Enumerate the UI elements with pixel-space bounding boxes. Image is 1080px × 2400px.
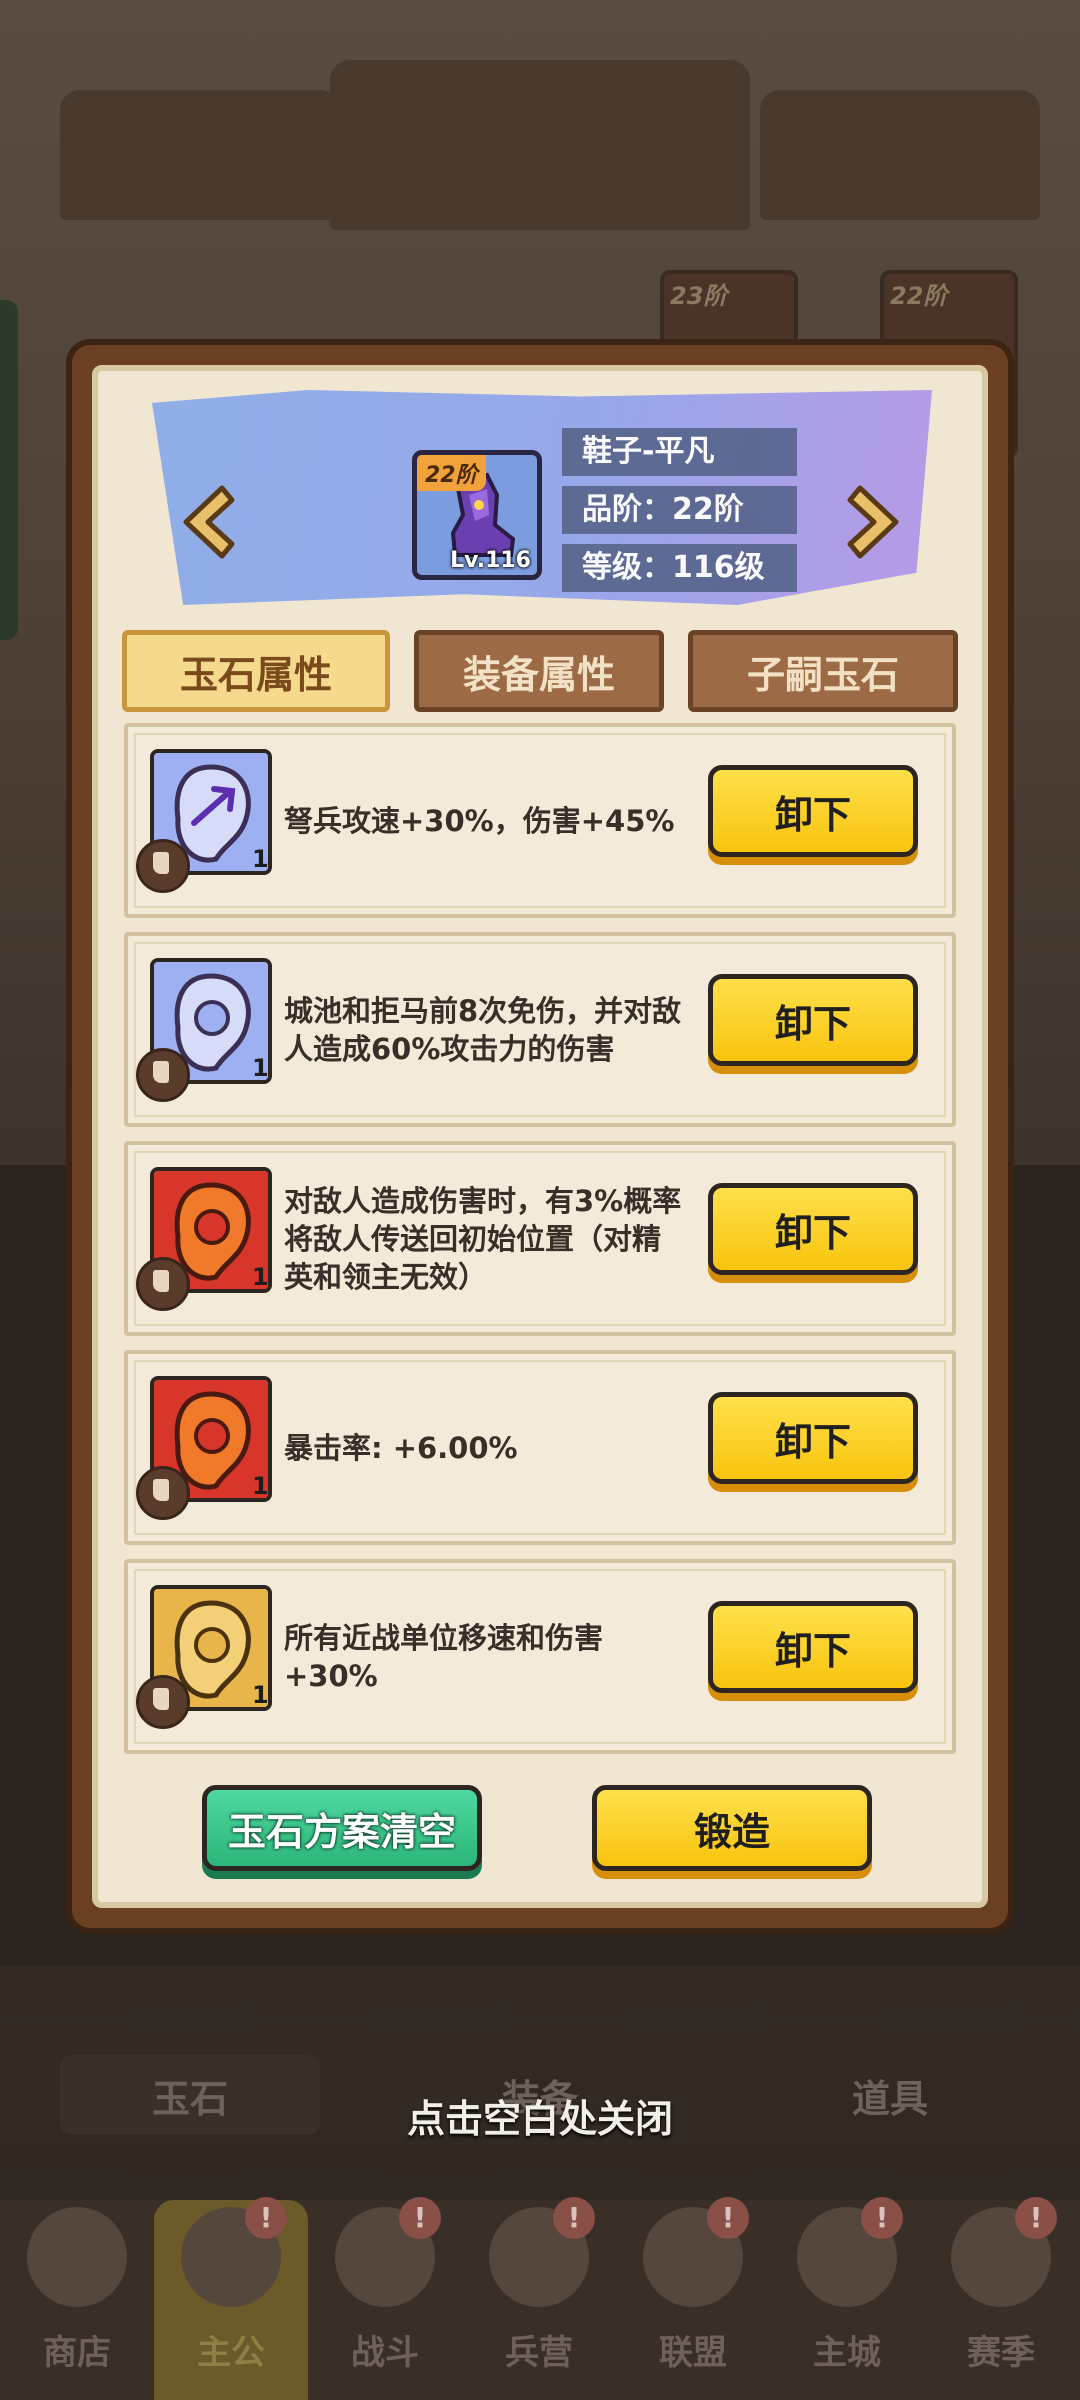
unload-button[interactable]: 卸下	[708, 1601, 918, 1693]
nav-label: 赛季	[967, 2333, 1035, 2373]
next-equipment-button[interactable]	[840, 482, 910, 562]
battle-icon: !	[335, 2197, 441, 2307]
jade-slot-row: 1 所有近战单位移速和伤害+30% 卸下	[124, 1559, 956, 1754]
equipment-name: 鞋子-平凡	[562, 428, 797, 476]
tab-heir-jade[interactable]: 子嗣玉石	[688, 630, 958, 712]
alert-badge: !	[399, 2197, 441, 2239]
alert-badge: !	[245, 2197, 287, 2239]
bg-building	[760, 90, 1040, 220]
jade-description: 弩兵攻速+30%，伤害+45%	[284, 803, 675, 838]
tier-badge: 22阶	[417, 455, 486, 491]
jade-count: 1	[252, 1054, 269, 1082]
equipment-header-banner: 22阶 Lv.116 鞋子-平凡 品阶：22阶 等级：116级	[152, 390, 932, 605]
unload-button[interactable]: 卸下	[708, 974, 918, 1066]
tap-to-close-hint[interactable]: 点击空白处关闭	[0, 2088, 1080, 2143]
unload-button[interactable]: 卸下	[708, 1392, 918, 1484]
lord-icon: !	[181, 2197, 287, 2307]
nav-label: 战斗	[351, 2333, 419, 2373]
alert-badge: !	[553, 2197, 595, 2239]
modal-panel: 22阶 Lv.116 鞋子-平凡 品阶：22阶 等级：116级 玉石属性 装备属…	[92, 365, 988, 1908]
boot-badge-icon	[136, 839, 190, 893]
shop-icon	[27, 2207, 127, 2307]
forge-button[interactable]: 锻造	[592, 1785, 872, 1871]
barracks-icon: !	[489, 2197, 595, 2307]
equipment-level: 等级：116级	[562, 544, 797, 592]
nav-label: 联盟	[659, 2333, 727, 2373]
nav-label: 商店	[43, 2333, 111, 2373]
alert-badge: !	[1015, 2197, 1057, 2239]
prev-equipment-button[interactable]	[172, 482, 242, 562]
bg-building	[60, 90, 340, 220]
alert-badge: !	[707, 2197, 749, 2239]
bg-card-tier: 22阶	[890, 282, 948, 310]
equipment-portrait[interactable]: 22阶 Lv.116	[412, 450, 542, 580]
unload-button[interactable]: 卸下	[708, 1183, 918, 1275]
nav-label: 主城	[813, 2333, 881, 2373]
nav-main-city[interactable]: ! 主城	[770, 2197, 924, 2400]
nav-barracks[interactable]: ! 兵营	[462, 2197, 616, 2400]
tab-equipment-attributes[interactable]: 装备属性	[414, 630, 664, 712]
jade-description: 城池和拒马前8次免伤，并对敌人造成60%攻击力的伤害	[284, 993, 682, 1066]
nav-season[interactable]: ! 赛季	[924, 2197, 1078, 2400]
alert-badge: !	[861, 2197, 903, 2239]
jade-count: 1	[252, 1263, 269, 1291]
bottom-nav: 商店 ! 主公 ! 战斗 ! 兵营 ! 联盟 ! 主城 ! 赛季	[0, 2197, 1080, 2400]
city-icon: !	[797, 2197, 903, 2307]
tab-jade-attributes[interactable]: 玉石属性	[122, 630, 390, 712]
bg-building	[330, 60, 750, 230]
bg-card-tier: 23阶	[670, 282, 728, 310]
nav-label: 兵营	[505, 2333, 573, 2373]
equipment-quality: 品阶：22阶	[562, 486, 797, 534]
nav-label: 主公	[197, 2333, 265, 2373]
jade-description: 所有近战单位移速和伤害+30%	[284, 1620, 604, 1693]
jade-detail-modal: 22阶 Lv.116 鞋子-平凡 品阶：22阶 等级：116级 玉石属性 装备属…	[72, 345, 1008, 1928]
chevron-right-icon	[847, 485, 899, 559]
jade-description: 暴击率: +6.00%	[284, 1430, 518, 1465]
bg-side-panel	[0, 300, 18, 640]
jade-count: 1	[252, 845, 269, 873]
nav-shop[interactable]: 商店	[0, 2200, 154, 2400]
jade-count: 1	[252, 1472, 269, 1500]
boot-badge-icon	[136, 1048, 190, 1102]
nav-alliance[interactable]: ! 联盟	[616, 2197, 770, 2400]
jade-slot-row: 1 弩兵攻速+30%，伤害+45% 卸下	[124, 723, 956, 918]
jade-count: 1	[252, 1681, 269, 1709]
clear-jade-plan-button[interactable]: 玉石方案清空	[202, 1785, 482, 1871]
unload-button[interactable]: 卸下	[708, 765, 918, 857]
jade-slot-row: 1 城池和拒马前8次免伤，并对敌人造成60%攻击力的伤害 卸下	[124, 932, 956, 1127]
jade-description: 对敌人造成伤害时，有3%概率将敌人传送回初始位置（对精英和领主无效）	[284, 1183, 682, 1294]
boot-badge-icon	[136, 1257, 190, 1311]
level-label: Lv.116	[450, 548, 531, 573]
boot-badge-icon	[136, 1466, 190, 1520]
jade-slot-row: 1 对敌人造成伤害时，有3%概率将敌人传送回初始位置（对精英和领主无效） 卸下	[124, 1141, 956, 1336]
jade-slot-row: 1 暴击率: +6.00% 卸下	[124, 1350, 956, 1545]
nav-lord[interactable]: ! 主公	[154, 2197, 308, 2400]
nav-battle[interactable]: ! 战斗	[308, 2197, 462, 2400]
alliance-icon: !	[643, 2197, 749, 2307]
chevron-left-icon	[183, 485, 235, 559]
boot-badge-icon	[136, 1675, 190, 1729]
season-icon: !	[951, 2197, 1057, 2307]
